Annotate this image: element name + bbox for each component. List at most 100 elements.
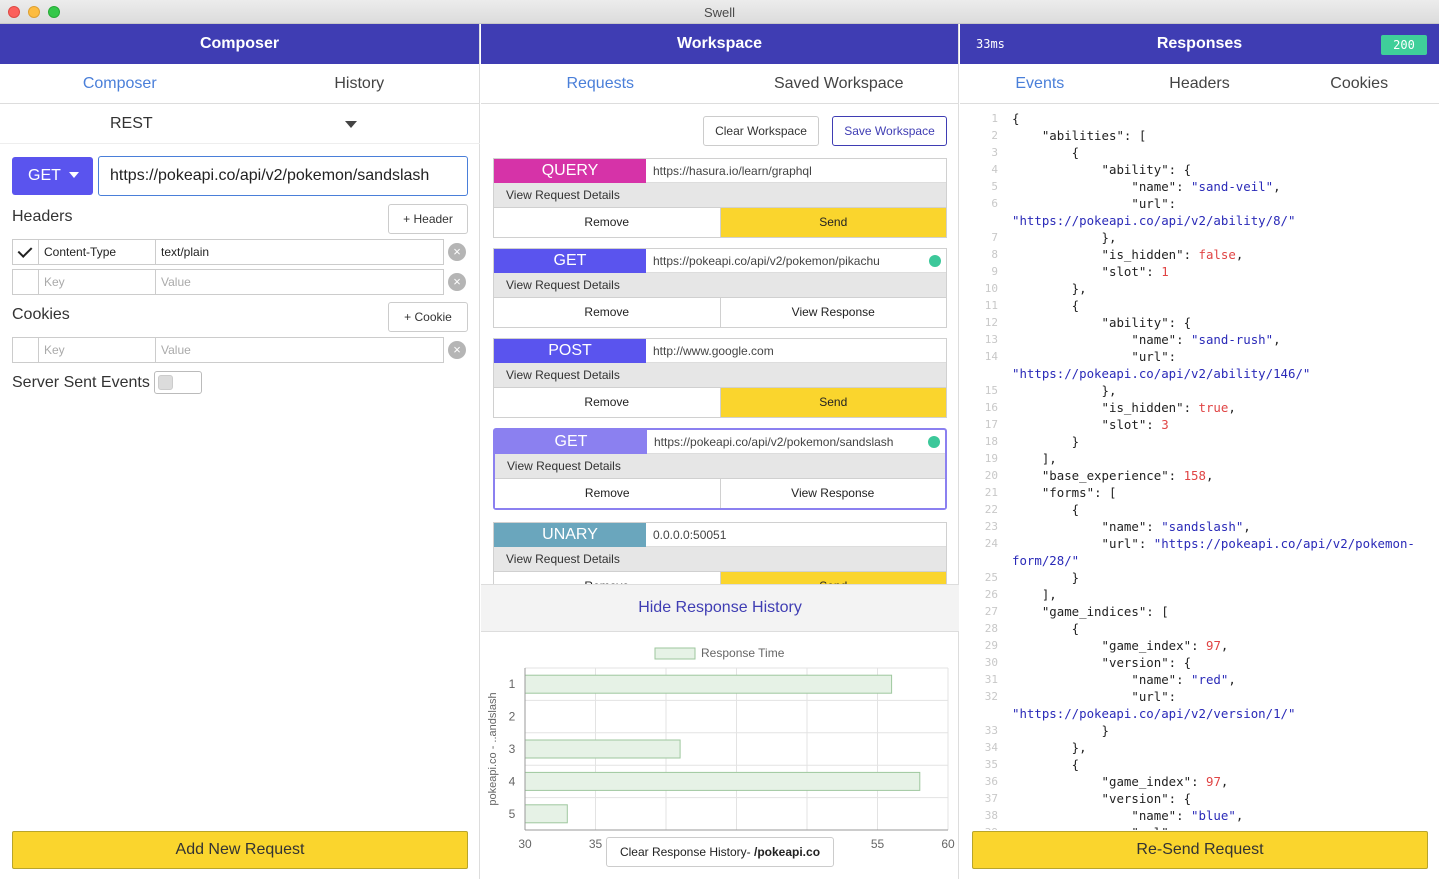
remove-request-button[interactable]: Remove: [495, 479, 720, 508]
x-tick-label: 30: [518, 837, 532, 851]
legend-label: Response Time: [701, 646, 785, 660]
view-request-details-button[interactable]: View Request Details: [494, 183, 946, 207]
view-request-details-button[interactable]: View Request Details: [494, 273, 946, 297]
tab-headers[interactable]: Headers: [1120, 64, 1280, 103]
code-text: {: [1012, 111, 1020, 126]
resend-request-button[interactable]: Re-Send Request: [972, 831, 1428, 869]
view-request-details-button[interactable]: View Request Details: [495, 454, 945, 478]
response-time-chart-svg: Response Time3035404550556012345pokeapi.…: [487, 646, 955, 851]
clear-workspace-button[interactable]: Clear Workspace: [703, 116, 819, 146]
code-text: "game_indices": [: [1041, 604, 1169, 619]
toggle-knob: [158, 375, 173, 390]
code-line: 36 "game_index": 97,: [960, 773, 1439, 790]
code-text: "is_hidden": true,: [1101, 400, 1236, 415]
tab-history[interactable]: History: [240, 64, 480, 103]
tab-cookies[interactable]: Cookies: [1279, 64, 1439, 103]
add-new-request-button[interactable]: Add New Request: [12, 831, 468, 869]
request-url: https://hasura.io/learn/graphql: [646, 159, 946, 183]
line-number: 22: [984, 503, 998, 516]
request-url: https://pokeapi.co/api/v2/pokemon/pikach…: [646, 249, 946, 273]
remove-request-button[interactable]: Remove: [494, 208, 720, 237]
code-line: 22 {: [960, 501, 1439, 518]
code-line: "https://pokeapi.co/api/v2/ability/146/": [960, 365, 1439, 382]
remove-request-button[interactable]: Remove: [494, 298, 720, 327]
protocol-select[interactable]: REST: [0, 104, 480, 144]
line-number: 38: [984, 809, 998, 822]
delete-header-icon[interactable]: ×: [448, 243, 466, 261]
header-key-field[interactable]: Key: [38, 269, 156, 295]
view-response-button[interactable]: View Response: [719, 479, 945, 508]
line-number: 9: [991, 265, 998, 278]
hide-response-history-button[interactable]: Hide Response History: [481, 584, 959, 632]
line-number: 35: [984, 758, 998, 771]
send-request-button[interactable]: Send: [719, 572, 946, 584]
code-text: "url":: [1131, 196, 1177, 211]
line-number: 21: [984, 486, 998, 499]
y-axis-label: pokeapi.co - ..andslash: [487, 692, 499, 805]
code-text: "slot": 1: [1101, 264, 1169, 279]
url-input[interactable]: [98, 156, 468, 196]
sse-toggle[interactable]: [154, 371, 202, 394]
workspace-tabs: Requests Saved Workspace: [481, 64, 958, 104]
method-dropdown-button[interactable]: GET: [12, 157, 93, 195]
code-text: "ability": {: [1101, 315, 1192, 330]
line-number: 39: [960, 824, 998, 830]
send-request-button[interactable]: Send: [719, 208, 946, 237]
view-response-button[interactable]: View Response: [719, 298, 946, 327]
save-workspace-button[interactable]: Save Workspace: [832, 116, 947, 146]
send-request-button[interactable]: Send: [719, 388, 946, 417]
add-header-button[interactable]: + Header: [388, 204, 468, 234]
tab-saved-workspace[interactable]: Saved Workspace: [720, 64, 959, 103]
line-number: 16: [984, 401, 998, 414]
header-value-field[interactable]: Value: [156, 269, 444, 295]
header-row: Key Value ×: [12, 269, 468, 295]
line-number: 25: [984, 571, 998, 584]
code-line: 10 },: [960, 280, 1439, 297]
clear-response-history-button[interactable]: Clear Response History- /pokeapi.co: [606, 837, 834, 867]
line-number: 34: [984, 741, 998, 754]
line-number: 28: [984, 622, 998, 635]
code-text: "version": {: [1101, 655, 1192, 670]
tab-composer[interactable]: Composer: [0, 64, 240, 103]
remove-request-button[interactable]: Remove: [494, 572, 720, 584]
delete-header-icon[interactable]: ×: [448, 273, 466, 291]
y-tick-label: 2: [509, 710, 516, 724]
cookie-key-field[interactable]: Key: [38, 337, 156, 363]
legend-swatch: [654, 647, 696, 660]
add-cookie-button[interactable]: + Cookie: [388, 302, 468, 332]
header-checkbox[interactable]: [12, 239, 38, 265]
code-line: 14 "url":: [960, 348, 1439, 365]
remove-request-button[interactable]: Remove: [494, 388, 720, 417]
line-number: 7: [991, 231, 998, 244]
cookie-value-field[interactable]: Value: [156, 337, 444, 363]
header-checkbox[interactable]: [12, 269, 38, 295]
code-text: "base_experience": 158,: [1041, 468, 1214, 483]
cookie-checkbox[interactable]: [12, 337, 38, 363]
chevron-down-icon: [69, 172, 79, 178]
code-line: form/28/": [960, 552, 1439, 569]
code-line: "https://pokeapi.co/api/v2/version/1/": [960, 705, 1439, 722]
view-request-details-button[interactable]: View Request Details: [494, 363, 946, 387]
code-line: 32 "url":: [960, 688, 1439, 705]
code-line: 8 "is_hidden": false,: [960, 246, 1439, 263]
code-line: 9 "slot": 1: [960, 263, 1439, 280]
response-body-viewer[interactable]: 1{2 "abilities": [3 {4 "ability": {5 "na…: [960, 110, 1439, 830]
code-line: 4 "ability": {: [960, 161, 1439, 178]
tab-requests[interactable]: Requests: [481, 64, 720, 103]
tab-events[interactable]: Events: [960, 64, 1120, 103]
delete-cookie-icon[interactable]: ×: [448, 341, 466, 359]
y-tick-label: 3: [509, 742, 516, 756]
view-request-details-button[interactable]: View Request Details: [494, 547, 946, 571]
code-text: "game_index": 97,: [1101, 638, 1229, 653]
request-url: http://www.google.com: [646, 339, 946, 363]
header-value-field[interactable]: text/plain: [156, 239, 444, 265]
code-line: 33 }: [960, 722, 1439, 739]
code-text: },: [1012, 230, 1117, 245]
line-number: 4: [991, 163, 998, 176]
line-number: 13: [984, 333, 998, 346]
code-text: "abilities": [: [1041, 128, 1147, 143]
header-key-field[interactable]: Content-Type: [38, 239, 156, 265]
code-line: 28 {: [960, 620, 1439, 637]
clear-history-host: /pokeapi.co: [754, 845, 821, 859]
code-line: 35 {: [960, 756, 1439, 773]
